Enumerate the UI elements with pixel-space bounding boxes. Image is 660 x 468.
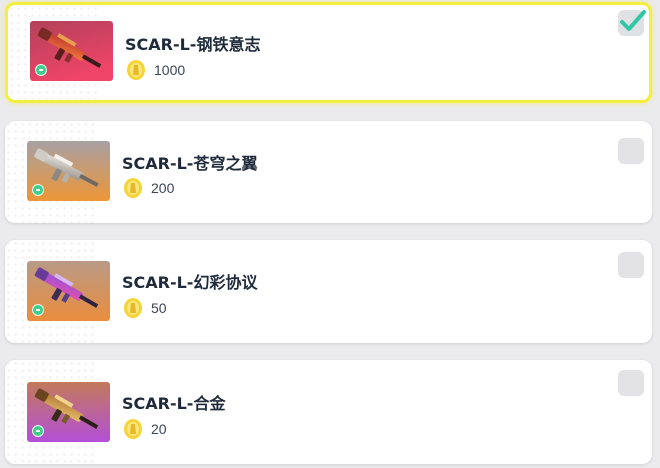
skin-thumbnail bbox=[27, 261, 110, 321]
skin-price: 20 bbox=[151, 421, 167, 437]
skin-thumbnail bbox=[30, 21, 113, 81]
skin-name: SCAR-L-苍穹之翼 bbox=[122, 154, 258, 173]
skin-name: SCAR-L-钢铁意志 bbox=[125, 35, 261, 54]
select-checkbox[interactable] bbox=[618, 252, 644, 278]
skin-name: SCAR-L-合金 bbox=[122, 394, 226, 413]
select-checkbox[interactable] bbox=[618, 370, 644, 396]
rarity-badge-icon bbox=[32, 184, 44, 196]
skin-card[interactable]: SCAR-L-钢铁意志 1000 bbox=[5, 2, 652, 103]
price-row: 1000 bbox=[125, 59, 185, 81]
price-row: 200 bbox=[122, 177, 174, 199]
skin-thumbnail bbox=[27, 141, 110, 201]
gold-coin-icon bbox=[124, 419, 142, 439]
skin-name: SCAR-L-幻彩协议 bbox=[122, 273, 258, 292]
check-icon bbox=[620, 10, 646, 31]
rarity-badge-icon bbox=[35, 64, 47, 76]
skin-card[interactable]: SCAR-L-苍穹之翼 200 bbox=[5, 121, 652, 223]
skin-list: SCAR-L-钢铁意志 1000 SCAR-L-苍穹之翼 200 SCAR-L-… bbox=[0, 0, 660, 468]
price-row: 50 bbox=[122, 297, 167, 319]
rarity-badge-icon bbox=[32, 425, 44, 437]
skin-card[interactable]: SCAR-L-幻彩协议 50 bbox=[5, 240, 652, 343]
skin-price: 1000 bbox=[154, 62, 186, 78]
skin-card[interactable]: SCAR-L-合金 20 bbox=[5, 360, 652, 464]
skin-price: 50 bbox=[151, 300, 167, 316]
select-checkbox[interactable] bbox=[618, 10, 646, 36]
skin-thumbnail bbox=[27, 382, 110, 442]
gold-coin-icon bbox=[127, 60, 145, 80]
rarity-badge-icon bbox=[32, 304, 44, 316]
skin-price: 200 bbox=[151, 180, 175, 196]
gold-coin-icon bbox=[124, 298, 142, 318]
price-row: 20 bbox=[122, 418, 167, 440]
gold-coin-icon bbox=[124, 178, 142, 198]
select-checkbox[interactable] bbox=[618, 138, 644, 164]
